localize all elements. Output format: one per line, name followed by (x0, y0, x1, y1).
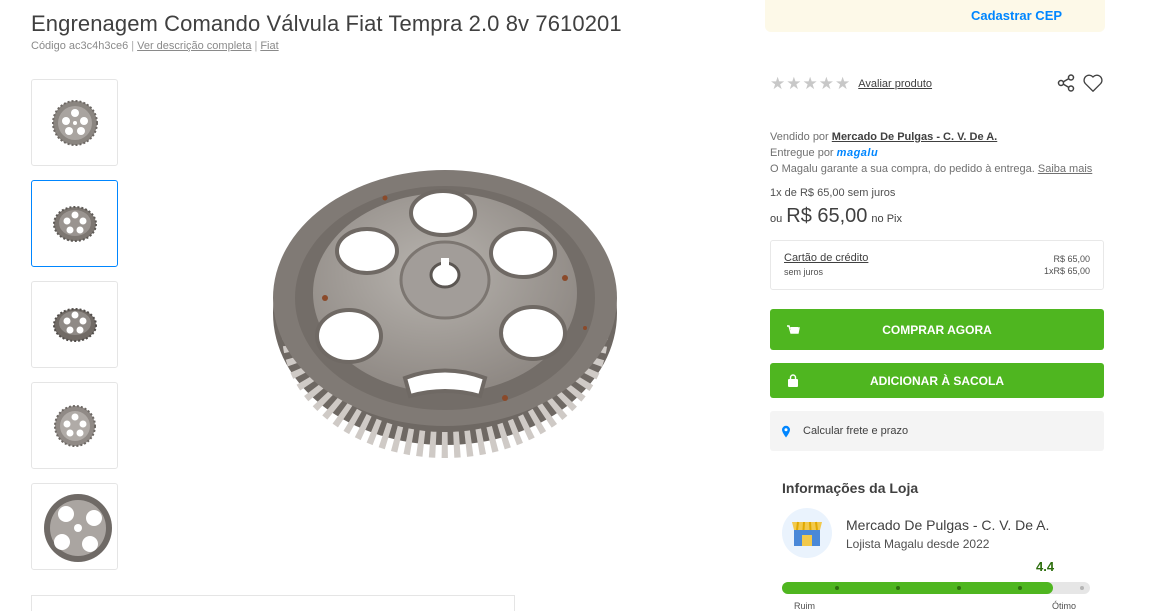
or-label: ou (770, 213, 783, 225)
gear-thumbnail-image (53, 404, 96, 447)
store-awning-icon (792, 521, 822, 546)
thumbnail[interactable] (31, 382, 118, 469)
delivered-by-label: Entregue por (770, 147, 834, 159)
learn-more-link[interactable]: Saiba mais (1038, 163, 1092, 175)
score-bar-dot (1080, 586, 1084, 590)
gear-thumbnail-image (52, 307, 97, 342)
guarantee-text: O Magalu garante a sua compra, do pedido… (770, 163, 1035, 175)
product-code: Código ac3c4h3ce6 (31, 40, 129, 52)
store-score-fill (782, 582, 1054, 594)
score-scale-low: Ruim (794, 601, 816, 611)
thumbnail-gallery (31, 79, 118, 584)
shipping-label: Calcular frete e prazo (803, 425, 909, 437)
credit-card-sub: sem juros (784, 267, 824, 277)
pix-label: no Pix (871, 213, 902, 225)
description-link[interactable]: Ver descrição completa (137, 40, 251, 52)
shipping-calculator[interactable]: Calcular frete e prazo (770, 411, 1104, 451)
gear-thumbnail-image (51, 99, 98, 146)
installment-text: 1x de R$ 65,00 sem juros (770, 187, 896, 199)
star-icon: ★ (818, 74, 834, 93)
add-to-bag-button[interactable]: ADICIONAR À SACOLA (770, 363, 1104, 398)
seller-info: Vendido por Mercado De Pulgas - C. V. De… (770, 129, 1092, 177)
magalu-logo: magalu (836, 147, 879, 159)
rating-stars[interactable]: ★ ★ ★ ★ ★ (770, 75, 850, 92)
product-title: Engrenagem Comando Válvula Fiat Tempra 2… (31, 11, 622, 36)
product-main-image (273, 170, 617, 458)
location-pin-icon (782, 425, 790, 437)
store-name[interactable]: Mercado De Pulgas - C. V. De A. (846, 517, 1049, 533)
add-to-bag-label: ADICIONAR À SACOLA (870, 373, 1004, 388)
star-icon: ★ (835, 74, 851, 93)
rating-row: ★ ★ ★ ★ ★ Avaliar produto (770, 75, 932, 92)
store-score: 4.4 (1036, 559, 1055, 574)
buy-now-label: COMPRAR AGORA (882, 322, 992, 337)
gear-thumbnail-image (52, 205, 97, 242)
store-since: Lojista Magalu desde 2022 (846, 537, 990, 551)
seller-name-link[interactable]: Mercado De Pulgas - C. V. De A. (832, 131, 997, 143)
score-bar-dot (835, 586, 839, 590)
buy-now-button[interactable]: COMPRAR AGORA (770, 309, 1104, 350)
thumbnail-active[interactable] (31, 180, 118, 267)
sold-by-label: Vendido por (770, 131, 829, 143)
star-icon: ★ (802, 74, 818, 93)
heart-icon[interactable] (1082, 72, 1104, 94)
gear-closeup-thumbnail-image (35, 491, 114, 562)
credit-card-label[interactable]: Cartão de crédito (784, 252, 868, 264)
thumbnail[interactable] (31, 79, 118, 166)
share-icon[interactable] (1057, 74, 1075, 92)
store-score-bar (782, 582, 1090, 594)
score-scale-high: Ótimo (1052, 601, 1077, 611)
rate-product-link[interactable]: Avaliar produto (858, 78, 932, 90)
description-card (31, 595, 515, 611)
product-meta: Código ac3c4h3ce6 | Ver descrição completa… (31, 40, 279, 52)
score-bar-dot (1018, 586, 1022, 590)
bag-icon (788, 373, 798, 387)
credit-card-price: R$ 65,00 (1053, 254, 1090, 264)
brand-link[interactable]: Fiat (260, 40, 278, 52)
star-icon: ★ (770, 74, 786, 93)
credit-card-installment: 1xR$ 65,00 (1043, 266, 1090, 276)
pix-price-row: ou R$ 65,00 no Pix (770, 205, 902, 228)
pix-price: R$ 65,00 (786, 205, 868, 227)
product-page: Engrenagem Comando Válvula Fiat Tempra 2… (0, 0, 1154, 611)
score-bar-dot (896, 586, 900, 590)
store-info-heading: Informações da Loja (782, 480, 919, 496)
cart-icon (787, 324, 800, 334)
score-bar-dot (957, 586, 961, 590)
thumbnail[interactable] (31, 281, 118, 368)
store-icon[interactable] (782, 508, 832, 558)
star-icon: ★ (786, 74, 802, 93)
register-cep-link[interactable]: Cadastrar CEP (971, 8, 1062, 23)
thumbnail[interactable] (31, 483, 118, 570)
credit-card-option[interactable]: Cartão de crédito sem juros R$ 65,00 1xR… (770, 240, 1104, 290)
